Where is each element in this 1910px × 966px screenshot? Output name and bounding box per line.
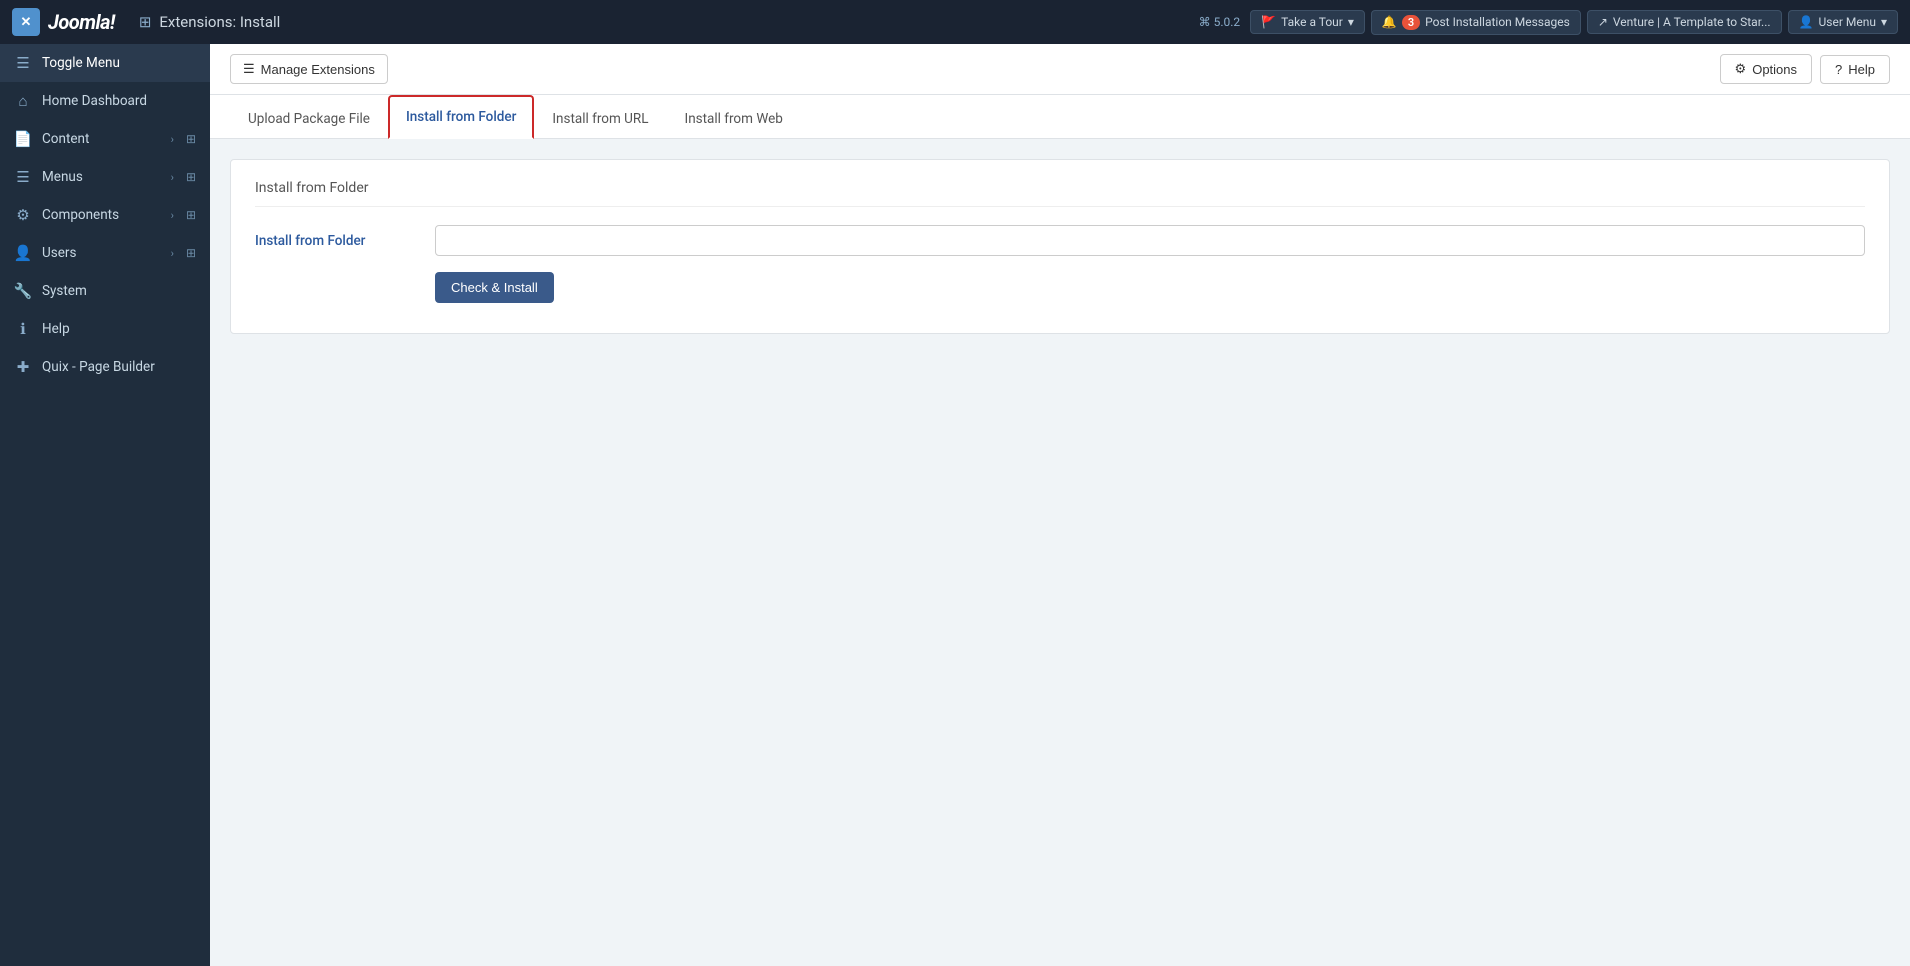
toggle-menu-icon: ☰ xyxy=(14,54,32,72)
sidebar-item-home-dashboard[interactable]: ⌂ Home Dashboard xyxy=(0,82,210,120)
tabs-bar: Upload Package File Install from Folder … xyxy=(210,95,1910,139)
list-icon: ☰ xyxy=(243,61,255,77)
user-icon: 👤 xyxy=(1799,15,1814,29)
components-grid-icon: ⊞ xyxy=(186,208,196,222)
question-icon: ? xyxy=(1835,62,1842,77)
tab-install-from-url[interactable]: Install from URL xyxy=(534,97,666,139)
sidebar: ☰ Toggle Menu ⌂ Home Dashboard 📄 Content… xyxy=(0,44,210,966)
sidebar-item-system[interactable]: 🔧 System xyxy=(0,272,210,310)
external-link-icon: ↗ xyxy=(1598,15,1608,29)
tab-install-from-web[interactable]: Install from Web xyxy=(667,97,801,139)
venture-template-button[interactable]: ↗ Venture | A Template to Star... xyxy=(1587,10,1782,34)
components-icon: ⚙ xyxy=(14,206,32,224)
sidebar-item-content[interactable]: 📄 Content › ⊞ xyxy=(0,120,210,158)
quix-icon: ✚ xyxy=(14,358,32,376)
menus-chevron-icon: › xyxy=(171,171,174,184)
options-button[interactable]: ⚙ Options xyxy=(1720,54,1812,84)
menus-grid-icon: ⊞ xyxy=(186,170,196,184)
content-area: ☰ Manage Extensions ⚙ Options ? Help Upl… xyxy=(210,44,1910,966)
tab-install-from-folder[interactable]: Install from Folder xyxy=(388,95,534,139)
post-installation-button[interactable]: 🔔 3 Post Installation Messages xyxy=(1371,10,1581,35)
sidebar-item-components[interactable]: ⚙ Components › ⊞ xyxy=(0,196,210,234)
folder-label: Install from Folder xyxy=(255,233,435,249)
folder-form-row: Install from Folder xyxy=(255,225,1865,256)
help-button[interactable]: ? Help xyxy=(1820,55,1890,84)
version-label: ⌘ 5.0.2 xyxy=(1199,15,1241,29)
gear-icon: ⚙ xyxy=(1735,61,1747,77)
content-chevron-icon: › xyxy=(171,133,174,146)
sidebar-item-help[interactable]: ℹ Help xyxy=(0,310,210,348)
subheader-left: ☰ Manage Extensions xyxy=(230,54,388,84)
topbar: ✕ Joomla! ⊞ Extensions: Install ⌘ 5.0.2 … xyxy=(0,0,1910,44)
page-title: ⊞ Extensions: Install xyxy=(139,13,280,31)
sidebar-item-quix-page-builder[interactable]: ✚ Quix - Page Builder xyxy=(0,348,210,386)
user-menu-button[interactable]: 👤 User Menu ▾ xyxy=(1788,10,1898,34)
sidebar-item-users[interactable]: 👤 Users › ⊞ xyxy=(0,234,210,272)
help-icon: ℹ xyxy=(14,320,32,338)
install-panel: Install from Folder Install from Folder … xyxy=(230,159,1890,334)
extensions-icon: ⊞ xyxy=(139,13,152,31)
logo[interactable]: ✕ Joomla! xyxy=(12,8,115,36)
take-tour-button[interactable]: 🚩 Take a Tour ▾ xyxy=(1250,10,1365,34)
menus-icon: ☰ xyxy=(14,168,32,186)
content-grid-icon: ⊞ xyxy=(186,132,196,146)
bell-icon: 🔔 xyxy=(1382,15,1397,29)
users-chevron-icon: › xyxy=(171,247,174,260)
main-layout: ☰ Toggle Menu ⌂ Home Dashboard 📄 Content… xyxy=(0,44,1910,966)
tour-chevron-icon: ▾ xyxy=(1348,15,1354,29)
users-grid-icon: ⊞ xyxy=(186,246,196,260)
content-icon: 📄 xyxy=(14,130,32,148)
install-panel-title: Install from Folder xyxy=(255,180,1865,207)
check-install-button[interactable]: Check & Install xyxy=(435,272,554,303)
tour-icon: 🚩 xyxy=(1261,15,1276,29)
sidebar-item-toggle-menu[interactable]: ☰ Toggle Menu xyxy=(0,44,210,82)
subheader: ☰ Manage Extensions ⚙ Options ? Help xyxy=(210,44,1910,95)
system-icon: 🔧 xyxy=(14,282,32,300)
home-icon: ⌂ xyxy=(14,92,32,110)
manage-extensions-button[interactable]: ☰ Manage Extensions xyxy=(230,54,388,84)
sidebar-item-menus[interactable]: ☰ Menus › ⊞ xyxy=(0,158,210,196)
tab-upload-package-file[interactable]: Upload Package File xyxy=(230,97,388,139)
users-icon: 👤 xyxy=(14,244,32,262)
subheader-right: ⚙ Options ? Help xyxy=(1720,54,1890,84)
joomla-logo-icon: ✕ xyxy=(12,8,40,36)
components-chevron-icon: › xyxy=(171,209,174,222)
user-chevron-icon: ▾ xyxy=(1881,15,1887,29)
folder-input[interactable] xyxy=(435,225,1865,256)
logo-text: Joomla! xyxy=(48,10,115,34)
topbar-right: ⌘ 5.0.2 🚩 Take a Tour ▾ 🔔 3 Post Install… xyxy=(1199,10,1898,35)
